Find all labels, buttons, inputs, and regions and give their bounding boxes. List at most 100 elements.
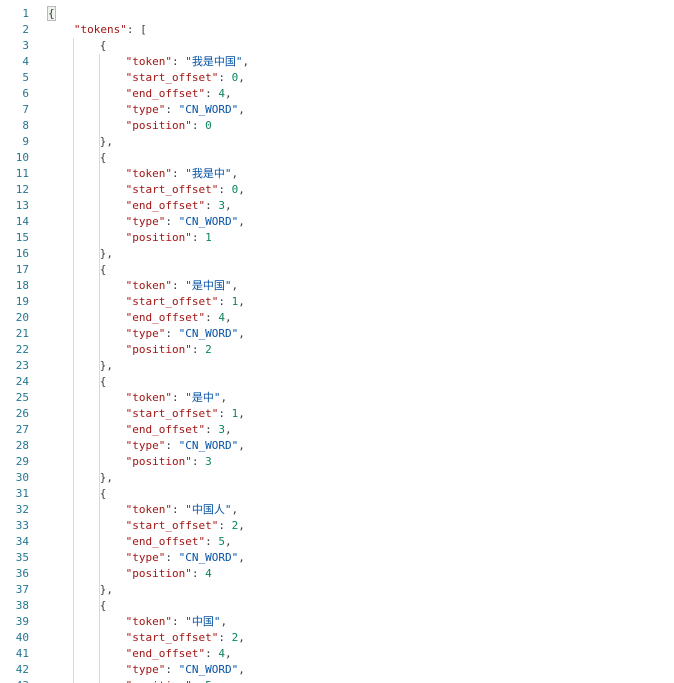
code-line[interactable]: 41 "end_offset": 4,: [0, 646, 674, 662]
syntax-token: :: [171, 55, 186, 68]
code-line[interactable]: 21 "type": "CN_WORD",: [0, 326, 674, 342]
key-end-offset: "end_offset": [125, 311, 206, 324]
value-position: 2: [205, 343, 212, 356]
syntax-token: : [: [126, 23, 147, 36]
code-line[interactable]: 28 "type": "CN_WORD",: [0, 438, 674, 454]
code-line[interactable]: 25 "token": "是中",: [0, 390, 674, 406]
syntax-token: ,: [242, 55, 250, 68]
code-line[interactable]: 20 "end_offset": 4,: [0, 310, 674, 326]
syntax-token: :: [191, 567, 206, 580]
code-line[interactable]: 23},: [0, 358, 674, 374]
syntax-token: :: [205, 647, 219, 660]
code-text: "end_offset": 4,: [126, 86, 232, 102]
code-text: },: [100, 358, 113, 374]
code-line[interactable]: 38 {: [0, 598, 674, 614]
line-number: 29: [15, 455, 29, 468]
syntax-token: },: [99, 471, 113, 484]
code-line[interactable]: 2 "tokens": [: [0, 22, 674, 38]
code-line[interactable]: 32 "token": "中国人",: [0, 502, 674, 518]
code-line[interactable]: 18 "token": "是中国",: [0, 278, 674, 294]
key-position: "position": [125, 343, 192, 356]
syntax-token: :: [191, 231, 206, 244]
code-line[interactable]: 34 "end_offset": 5,: [0, 534, 674, 550]
line-number: 9: [22, 135, 29, 148]
code-line[interactable]: 6 "end_offset": 4,: [0, 86, 674, 102]
string-content: CN_WORD: [185, 551, 232, 564]
key-position: "position": [125, 567, 192, 580]
code-line[interactable]: 8 "position": 0: [0, 118, 674, 134]
code-line[interactable]: 33 "start_offset": 2,: [0, 518, 674, 534]
value-position: 5: [205, 679, 212, 683]
syntax-token: :: [171, 167, 186, 180]
code-line[interactable]: 30},: [0, 470, 674, 486]
code-text: },: [100, 134, 113, 150]
line-number: 8: [22, 119, 29, 132]
code-editor[interactable]: 1{2 "tokens": [3{4 "token": "我是中国", 5 "start…: [0, 6, 674, 683]
code-line[interactable]: 37},: [0, 582, 674, 598]
line-number: 19: [15, 295, 29, 308]
code-line[interactable]: 39 "token": "中国",: [0, 614, 674, 630]
line-number: 23: [15, 359, 29, 372]
code-line[interactable]: 43 "position": 5: [0, 678, 674, 683]
code-text: "start_offset": 1,: [126, 406, 245, 422]
code-line[interactable]: 5 "start_offset": 0,: [0, 70, 674, 86]
line-number: 22: [15, 343, 29, 356]
key-end-offset: "end_offset": [125, 535, 206, 548]
key-type: "type": [125, 551, 166, 564]
code-line[interactable]: 35 "type": "CN_WORD",: [0, 550, 674, 566]
key-type: "type": [125, 103, 166, 116]
key-start-offset: "start_offset": [125, 295, 219, 308]
line-number: 31: [15, 487, 29, 500]
line-number: 15: [15, 231, 29, 244]
code-line[interactable]: 13 "end_offset": 3,: [0, 198, 674, 214]
code-line[interactable]: 15 "position": 1: [0, 230, 674, 246]
line-number: 30: [15, 471, 29, 484]
code-line[interactable]: 29 "position": 3: [0, 454, 674, 470]
code-line[interactable]: 24 {: [0, 374, 674, 390]
line-number: 34: [15, 535, 29, 548]
syntax-token: ,: [238, 215, 245, 228]
line-number: 7: [22, 103, 29, 116]
line-number: 13: [15, 199, 29, 212]
code-line[interactable]: 36 "position": 4: [0, 566, 674, 582]
code-text: "token": "中国",: [126, 614, 227, 630]
code-line[interactable]: 1{: [0, 6, 674, 22]
syntax-token: :: [218, 71, 232, 84]
value-type: "CN_WORD": [178, 215, 239, 228]
string-content: 我是中: [191, 167, 225, 180]
code-line[interactable]: 7 "type": "CN_WORD",: [0, 102, 674, 118]
key-end-offset: "end_offset": [125, 423, 206, 436]
code-line[interactable]: 14 "type": "CN_WORD",: [0, 214, 674, 230]
code-text: "type": "CN_WORD",: [126, 662, 245, 678]
open-brace: {: [47, 6, 56, 21]
syntax-token: ,: [231, 503, 239, 516]
code-line[interactable]: 27 "end_offset": 3,: [0, 422, 674, 438]
string-content: CN_WORD: [185, 439, 232, 452]
syntax-token: :: [191, 119, 206, 132]
syntax-token: :: [171, 503, 186, 516]
code-line[interactable]: 19 "start_offset": 1,: [0, 294, 674, 310]
key-type: "type": [125, 663, 166, 676]
key-position: "position": [125, 119, 192, 132]
code-line[interactable]: 42 "type": "CN_WORD",: [0, 662, 674, 678]
code-line[interactable]: 10 {: [0, 150, 674, 166]
code-line[interactable]: 26 "start_offset": 1,: [0, 406, 674, 422]
code-line[interactable]: 4 "token": "我是中国",: [0, 54, 674, 70]
code-line[interactable]: 3{: [0, 38, 674, 54]
code-line[interactable]: 17 {: [0, 262, 674, 278]
code-text: "type": "CN_WORD",: [126, 550, 245, 566]
code-line[interactable]: 16},: [0, 246, 674, 262]
value-end-offset: 5: [218, 535, 225, 548]
code-line[interactable]: 22 "position": 2: [0, 342, 674, 358]
code-line[interactable]: 40 "start_offset": 2,: [0, 630, 674, 646]
value-end-offset: 4: [218, 647, 225, 660]
code-line[interactable]: 11 "token": "我是中",: [0, 166, 674, 182]
code-line[interactable]: 12 "start_offset": 0,: [0, 182, 674, 198]
code-line[interactable]: 31 {: [0, 486, 674, 502]
code-line[interactable]: 9},: [0, 134, 674, 150]
line-number: 32: [15, 503, 29, 516]
code-text: "type": "CN_WORD",: [126, 438, 245, 454]
value-end-offset: 4: [218, 311, 225, 324]
key-type: "type": [125, 439, 166, 452]
line-number: 17: [15, 263, 29, 276]
